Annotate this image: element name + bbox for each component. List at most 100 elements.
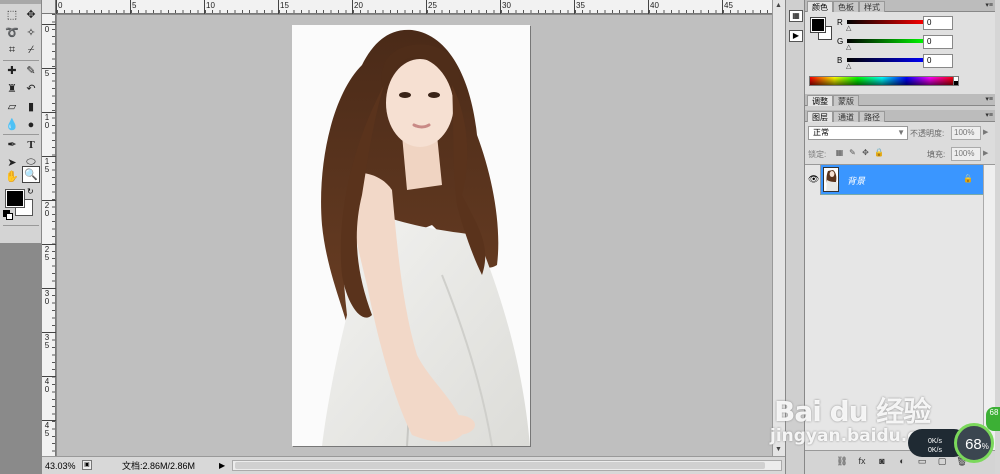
document-size-info: 文档:2.86M/2.86M [122, 461, 196, 471]
red-label: R [837, 18, 843, 27]
eraser-tool-icon[interactable]: ▱ [3, 98, 21, 115]
blur-tool-icon[interactable]: 💧 [3, 116, 21, 133]
ruler-label: 3 0 [44, 289, 50, 306]
blue-slider-row: B △ 0 [837, 54, 987, 70]
tab-paths[interactable]: 路径 [859, 111, 885, 122]
status-menu-arrow-icon[interactable]: ▶ [219, 460, 225, 472]
type-tool-icon[interactable]: T [22, 136, 40, 153]
network-speed-widget[interactable]: 0K/s 0K/s 68% [908, 423, 1000, 463]
opacity-dropdown-icon[interactable]: ▶ [983, 128, 988, 136]
memory-percent: 68% [965, 436, 989, 453]
green-label: G [837, 37, 844, 46]
document-canvas[interactable] [292, 25, 530, 446]
fill-input[interactable]: 100% [951, 147, 981, 161]
pen-tool-icon[interactable]: ✒ [3, 136, 21, 153]
tab-styles[interactable]: 样式 [859, 1, 885, 12]
magic-wand-tool-icon[interactable]: ✧ [22, 24, 40, 41]
lock-image-pixels-icon[interactable]: ✎ [848, 148, 857, 157]
layer-style-icon[interactable]: fx [855, 455, 869, 467]
fill-dropdown-icon[interactable]: ▶ [983, 149, 988, 157]
color-panel-foreground-swatch[interactable] [810, 17, 826, 33]
lock-all-icon[interactable]: 🔒 [874, 148, 884, 157]
ruler-label: 15 [280, 1, 289, 10]
layer-thumbnail [823, 167, 839, 192]
blue-value-input[interactable]: 0 [923, 54, 953, 68]
opacity-input[interactable]: 100% [951, 126, 981, 140]
canvas-vertical-scrollbar[interactable]: ▲ ▼ [772, 0, 785, 456]
lock-transparent-pixels-icon[interactable]: ▦ [835, 148, 844, 157]
panel-menu-icon[interactable]: ▾≡ [985, 95, 993, 103]
ruler-label: 45 [724, 1, 733, 10]
swap-colors-icon[interactable]: ↻ [27, 187, 34, 196]
lasso-tool-icon[interactable]: ➰ [3, 24, 21, 41]
upload-rate: 0K/s [928, 438, 943, 445]
tool-separator [3, 60, 39, 61]
red-value-input[interactable]: 0 [923, 16, 953, 30]
add-mask-icon[interactable]: ◙ [875, 455, 889, 467]
green-value-input[interactable]: 0 [923, 35, 953, 49]
ruler-label: 3 5 [44, 333, 50, 350]
foreground-color-swatch[interactable] [5, 189, 25, 208]
canvas-horizontal-scrollbar[interactable] [232, 460, 782, 471]
zoom-tool-icon[interactable]: 🔍 [22, 166, 40, 183]
crop-tool-icon[interactable]: ⌗ [3, 42, 21, 59]
blue-slider-handle-icon[interactable]: △ [846, 62, 851, 70]
panel-menu-icon[interactable]: ▾≡ [985, 111, 993, 119]
eyedropper-tool-icon[interactable]: ⌿ [22, 42, 40, 59]
link-layers-icon[interactable]: ⛓ [835, 455, 849, 467]
dodge-tool-icon[interactable]: ● [22, 116, 40, 133]
ruler-label: 10 [206, 1, 215, 10]
tab-layers[interactable]: 图层 [807, 111, 833, 122]
layer-visibility-toggle[interactable]: 👁 [805, 165, 821, 195]
clone-stamp-tool-icon[interactable]: ♜ [3, 80, 21, 97]
history-panel-icon[interactable]: ▦ [789, 10, 803, 22]
red-slider-handle-icon[interactable]: △ [846, 24, 851, 32]
scroll-thumb[interactable] [235, 462, 765, 469]
hand-tool-icon[interactable]: ✋ [3, 168, 21, 185]
history-brush-tool-icon[interactable]: ↶ [22, 80, 40, 97]
tab-color[interactable]: 颜色 [807, 1, 833, 12]
tab-masks[interactable]: 蒙版 [833, 95, 859, 106]
layer-name[interactable]: 背景 [847, 174, 865, 187]
vertical-ruler[interactable]: 0 5 1 0 1 5 2 0 2 5 3 0 3 5 4 0 4 5 [42, 14, 56, 456]
blue-slider[interactable] [847, 58, 927, 62]
status-bar: 43.03% ▣ 文档:2.86M/2.86M ▶ [42, 456, 785, 474]
actions-panel-icon[interactable]: ▶ [789, 30, 803, 42]
status-info-icon[interactable]: ▣ [82, 460, 92, 470]
ruler-label: 30 [502, 1, 511, 10]
blend-mode-value: 正常 [813, 128, 829, 137]
red-slider[interactable] [847, 20, 927, 24]
ruler-label: 0 [44, 25, 50, 34]
adjustment-layer-icon[interactable]: ◐ [895, 455, 909, 467]
zoom-level-field[interactable]: 43.03% [45, 460, 81, 472]
ruler-origin[interactable] [42, 0, 56, 14]
tab-adjustments[interactable]: 调整 [807, 95, 833, 106]
black-white-swatch[interactable] [953, 76, 959, 86]
ruler-label: 4 0 [44, 377, 50, 394]
ruler-label: 35 [576, 1, 585, 10]
healing-brush-tool-icon[interactable]: ✚ [3, 62, 21, 79]
layer-row-background[interactable]: 👁 背景 🔒 [805, 165, 983, 195]
tab-swatches[interactable]: 色板 [833, 1, 859, 12]
download-rate: 0K/s [928, 447, 943, 454]
tool-separator [3, 225, 39, 226]
layers-panel-tabs: 图层 通道 路径 ▾≡ [805, 110, 995, 122]
tools-panel-grip[interactable] [0, 0, 41, 4]
scroll-up-icon[interactable]: ▲ [775, 2, 782, 9]
green-slider[interactable] [847, 39, 927, 43]
lock-position-icon[interactable]: ✥ [861, 148, 870, 157]
color-spectrum-bar[interactable] [809, 76, 955, 86]
move-tool-icon[interactable]: ✥ [22, 6, 40, 23]
memory-usage-gauge[interactable]: 68% [954, 423, 994, 463]
ruler-label: 1 0 [44, 113, 50, 130]
tab-channels[interactable]: 通道 [833, 111, 859, 122]
scroll-down-icon[interactable]: ▼ [775, 446, 782, 453]
blend-mode-select[interactable]: 正常 ▼ [808, 126, 908, 140]
marquee-tool-icon[interactable]: ⬚ [3, 6, 21, 23]
panel-menu-icon[interactable]: ▾≡ [985, 1, 993, 9]
horizontal-ruler[interactable]: 0 5 10 15 20 25 30 35 40 45 [42, 0, 772, 14]
gradient-tool-icon[interactable]: ▮ [22, 98, 40, 115]
green-slider-handle-icon[interactable]: △ [846, 43, 851, 51]
brush-tool-icon[interactable]: ✎ [22, 62, 40, 79]
default-colors-icon[interactable] [3, 210, 13, 220]
